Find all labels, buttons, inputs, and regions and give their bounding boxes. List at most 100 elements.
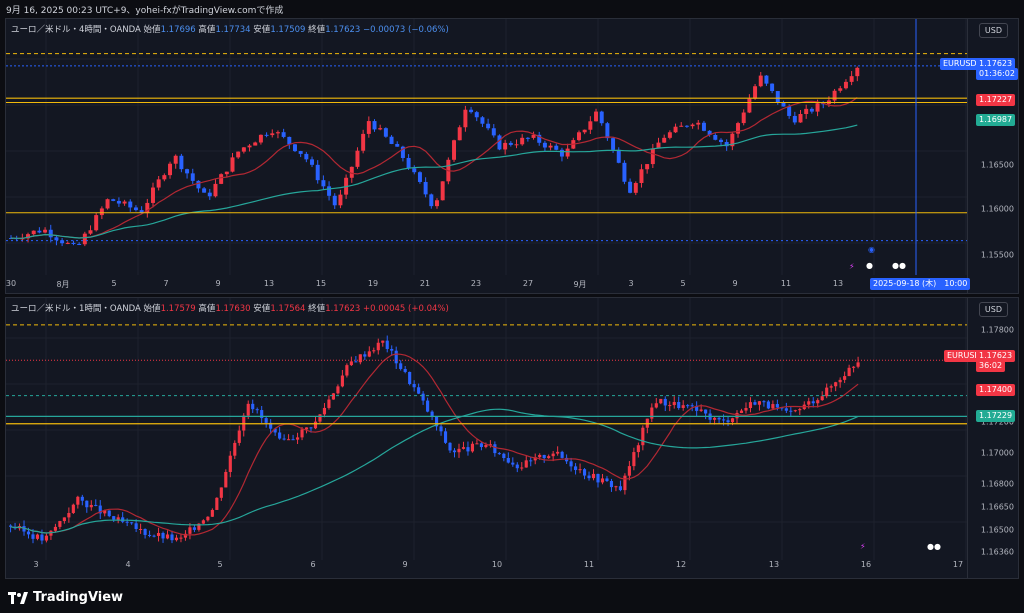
- candle-body: [659, 398, 663, 404]
- candle-body: [206, 516, 210, 521]
- candle-body: [713, 417, 717, 420]
- candle-body: [94, 215, 99, 231]
- candle-body: [389, 136, 394, 144]
- candle-body: [520, 137, 525, 145]
- candle-body: [502, 453, 506, 458]
- candle-body: [506, 457, 510, 463]
- lightning-icon[interactable]: ⚡: [860, 542, 866, 551]
- candle-body: [662, 137, 667, 143]
- candle-body: [35, 534, 40, 539]
- change-value: +0.00045 (+0.04%): [363, 304, 449, 314]
- candle-body: [390, 348, 394, 351]
- candle-body: [345, 365, 349, 376]
- candle-body: [596, 473, 600, 483]
- candle-body: [246, 403, 250, 416]
- candle-body: [148, 534, 152, 536]
- candle-body: [551, 453, 555, 457]
- candle-body: [484, 445, 488, 448]
- y-tick: 1.17000: [980, 448, 1014, 458]
- close-value: 1.17623: [325, 304, 361, 314]
- candle-body: [58, 521, 62, 527]
- event-marker-icon[interactable]: ◉: [868, 245, 875, 254]
- x-tick: 13: [768, 560, 780, 569]
- candle-body: [470, 443, 475, 452]
- candle-body: [609, 481, 614, 488]
- candle-body: [355, 150, 360, 167]
- candle-body: [461, 447, 466, 449]
- candle-body: [554, 145, 559, 150]
- candle-body: [202, 188, 207, 193]
- currency-button[interactable]: USD: [978, 302, 1008, 317]
- candle-body: [457, 448, 461, 453]
- high-value: 1.17734: [215, 25, 251, 35]
- candle-body: [133, 207, 138, 211]
- chart-panel-1h[interactable]: 1.17800 1.17200 1.17000 1.16800 1.16650 …: [5, 297, 1019, 579]
- flag-eu-icon[interactable]: ●●: [892, 261, 906, 270]
- candle-body: [627, 466, 631, 476]
- candle-body: [569, 461, 573, 467]
- candle-body: [304, 427, 309, 430]
- candle-body: [726, 420, 730, 423]
- candle-body: [215, 497, 219, 510]
- candle-body: [275, 132, 280, 134]
- candle-body: [287, 439, 291, 441]
- candle-body: [525, 137, 530, 139]
- lightning-icon[interactable]: ⚡: [849, 262, 855, 271]
- candle-body: [753, 86, 758, 99]
- candle-body: [673, 126, 678, 133]
- candle-body: [611, 138, 616, 150]
- price-axis-1h[interactable]: 1.17800 1.17200 1.17000 1.16800 1.16650 …: [967, 298, 1018, 578]
- candle-body: [338, 194, 343, 206]
- candle-body: [480, 117, 485, 124]
- low-value: 1.17509: [270, 25, 306, 35]
- candle-body: [847, 367, 851, 377]
- candle-body: [376, 342, 380, 351]
- candle-body: [633, 182, 638, 193]
- candle-body: [168, 163, 173, 176]
- candle-body: [139, 528, 143, 530]
- candle-body: [224, 171, 229, 175]
- candle-body: [753, 402, 757, 405]
- candle-body: [748, 402, 753, 408]
- candle-body: [264, 418, 268, 423]
- candle-body: [856, 362, 860, 367]
- price-plot-1h[interactable]: [6, 298, 968, 578]
- candle-body: [85, 500, 89, 508]
- flag-us-icon[interactable]: ●: [866, 261, 873, 270]
- candle-body: [406, 157, 411, 169]
- y-tick: 1.16650: [980, 502, 1014, 512]
- candle-body: [48, 229, 53, 238]
- candle-body: [179, 537, 183, 539]
- chart-panel-4h[interactable]: 1.16500 1.16000 1.15500 ユーロ／米ドル・4時間・OAND…: [5, 18, 1019, 294]
- candle-body: [730, 418, 735, 423]
- candle-body: [452, 450, 457, 453]
- x-tick: 9月: [573, 280, 587, 289]
- candle-body: [429, 194, 434, 207]
- candle-body: [310, 159, 315, 165]
- candle-body: [88, 230, 93, 234]
- candle-body: [116, 517, 120, 520]
- price-plot-4h[interactable]: [6, 19, 968, 293]
- candle-body: [577, 132, 581, 141]
- candle-body: [542, 142, 547, 148]
- currency-button[interactable]: USD: [978, 23, 1008, 38]
- candle-body: [556, 451, 560, 454]
- candle-body: [514, 144, 519, 146]
- y-tick: 1.16800: [980, 479, 1014, 489]
- candle-body: [696, 122, 701, 125]
- candle-body: [809, 108, 814, 112]
- candle-body: [37, 230, 42, 233]
- candle-body: [361, 133, 366, 151]
- candle-body: [151, 187, 155, 203]
- tradingview-logo: TradingView: [8, 590, 123, 605]
- candle-body: [466, 447, 470, 452]
- candle-body: [358, 354, 362, 363]
- candle-body: [255, 409, 259, 411]
- candle-body: [363, 354, 367, 357]
- candle-body: [162, 175, 167, 180]
- low-value: 1.17564: [270, 304, 306, 314]
- flag-eu-us-icon[interactable]: ●●: [927, 542, 941, 551]
- x-tick: 12: [675, 560, 687, 569]
- candle-body: [559, 149, 564, 157]
- candle-body: [54, 237, 59, 241]
